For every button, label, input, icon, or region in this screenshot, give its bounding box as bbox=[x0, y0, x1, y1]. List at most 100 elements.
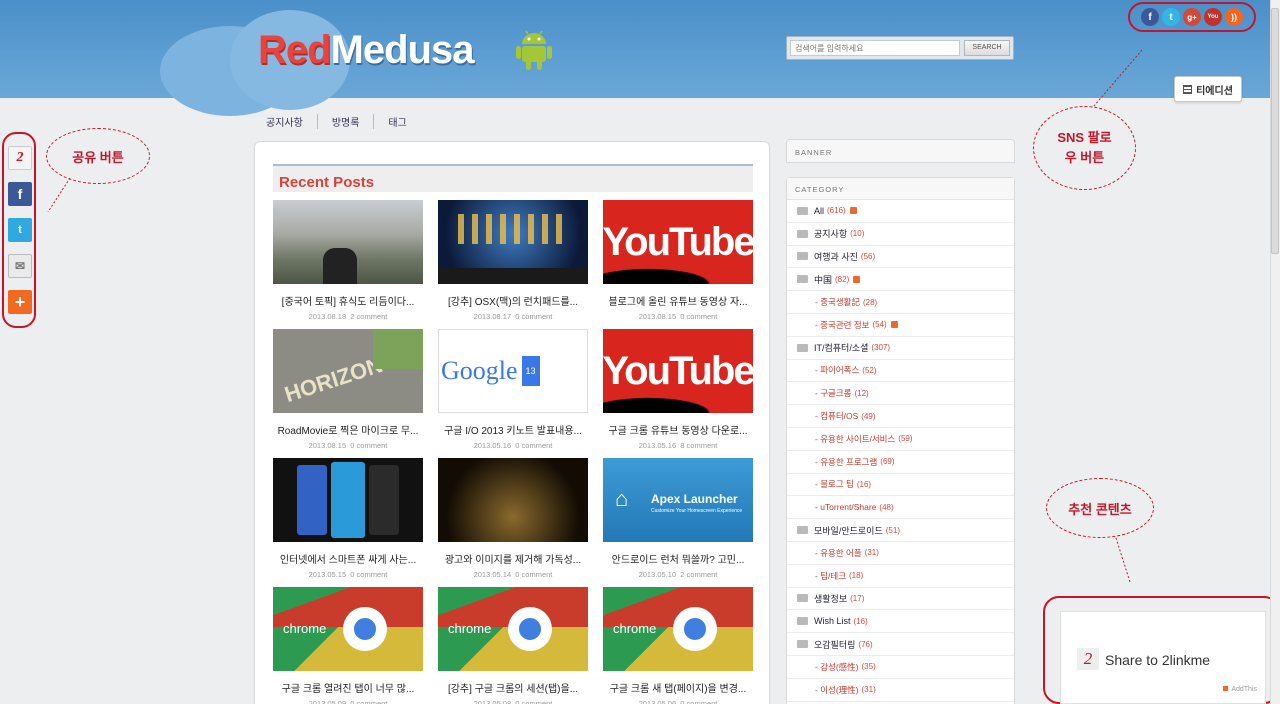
post-comments[interactable]: 0 comment bbox=[680, 699, 717, 704]
addthis-credit[interactable]: AddThis bbox=[1223, 686, 1257, 693]
category-name[interactable]: - 중국생활記 bbox=[815, 296, 860, 308]
post-title[interactable]: [강추] 구글 크롬의 세션(탭)을... bbox=[438, 680, 588, 695]
post-comments[interactable]: 2 comment bbox=[680, 570, 717, 579]
post-title[interactable]: 블로그에 올린 유튜브 동영상 자... bbox=[603, 293, 753, 308]
post-thumbnail[interactable] bbox=[273, 200, 423, 284]
post-thumbnail[interactable]: You Tube bbox=[603, 200, 753, 284]
category-name[interactable]: - 유용한 프로그램 bbox=[815, 456, 877, 468]
post-comments[interactable]: 2 comment bbox=[350, 312, 387, 321]
post-title[interactable]: 안드로이드 런처 뭐쓸까? 고민... bbox=[603, 551, 753, 566]
post-thumbnail[interactable]: chrome bbox=[603, 587, 753, 671]
post-title[interactable]: 광고와 이미지를 제거해 가독성... bbox=[438, 551, 588, 566]
category-item[interactable]: - 파이어폭스 (52) bbox=[787, 360, 1014, 383]
category-name[interactable]: - 중국관련 정보 bbox=[815, 319, 869, 331]
nav-tags[interactable]: 태그 bbox=[373, 114, 420, 129]
category-name[interactable]: - 컴퓨터/OS bbox=[815, 410, 858, 422]
post-comments[interactable]: 8 comment bbox=[680, 441, 717, 450]
nav-guestbook[interactable]: 방명록 bbox=[316, 114, 374, 129]
category-name[interactable]: - 구글크롬 bbox=[815, 387, 851, 399]
post-card[interactable]: You Tube 블로그에 올린 유튜브 동영상 자... 2013.08.15 0 … bbox=[603, 200, 753, 321]
post-comments[interactable]: 0 comment bbox=[680, 312, 717, 321]
email-share-icon[interactable]: ✉ bbox=[8, 254, 32, 278]
facebook-icon[interactable]: f bbox=[1141, 8, 1159, 26]
post-card[interactable]: HORIZON RoadMovie로 찍은 마이크로 무... 2013.08.15… bbox=[273, 329, 423, 450]
post-comments[interactable]: 0 comment bbox=[350, 570, 387, 579]
category-item[interactable]: - 유용한 어플 (31) bbox=[787, 542, 1014, 565]
post-title[interactable]: 구글 크롬 열려진 탭이 너무 많... bbox=[273, 680, 423, 695]
category-item[interactable]: 모바일/안드로이드 (51) bbox=[787, 519, 1014, 542]
category-name[interactable]: 생활정보 bbox=[814, 592, 847, 605]
youtube-icon[interactable]: You bbox=[1204, 8, 1222, 26]
post-card[interactable]: Google 13 구글 I/O 2013 키노트 발표내용... 2013.05.1… bbox=[438, 329, 588, 450]
category-item[interactable]: - 팁/테크 (18) bbox=[787, 565, 1014, 588]
recommend-label[interactable]: Share to 2linkme bbox=[1105, 652, 1210, 668]
post-title[interactable]: 인터넷에서 스마트폰 싸게 사는... bbox=[273, 551, 423, 566]
category-name[interactable]: 中国 bbox=[814, 273, 832, 286]
category-name[interactable]: - 파이어폭스 bbox=[815, 364, 859, 376]
post-thumbnail[interactable]: HORIZON bbox=[273, 329, 423, 413]
category-item[interactable]: All (616) bbox=[787, 200, 1014, 223]
category-item[interactable]: - 중국관련 정보 (54) bbox=[787, 314, 1014, 337]
category-name[interactable]: All bbox=[814, 206, 824, 216]
more-share-icon[interactable]: + bbox=[8, 290, 32, 314]
nav-notice[interactable]: 공지사항 bbox=[260, 114, 317, 129]
twitter-share-icon[interactable]: t bbox=[8, 218, 32, 242]
category-name[interactable]: - 유용한 사이트/서비스 bbox=[815, 433, 895, 445]
category-item[interactable]: 생활정보 (17) bbox=[787, 588, 1014, 611]
post-comments[interactable]: 0 comment bbox=[515, 312, 552, 321]
category-name[interactable]: IT/컴퓨터/소셜 bbox=[814, 341, 868, 354]
category-item[interactable]: IT/컴퓨터/소셜 (307) bbox=[787, 337, 1014, 360]
category-name[interactable]: 모바일/안드로이드 bbox=[814, 524, 883, 537]
post-thumbnail[interactable]: You Tube bbox=[603, 329, 753, 413]
category-item[interactable]: 中国 (82) bbox=[787, 268, 1014, 292]
edition-button[interactable]: 티에디션 bbox=[1174, 76, 1242, 102]
category-name[interactable]: 공지사항 bbox=[814, 227, 847, 240]
post-card[interactable]: chrome [강추] 구글 크롬의 세션(탭)을... 2013.05.08 0 … bbox=[438, 587, 588, 704]
post-title[interactable]: [강추] OSX(맥)의 런치패드를... bbox=[438, 293, 588, 308]
category-item[interactable]: - 유용한 프로그램 (69) bbox=[787, 451, 1014, 474]
post-thumbnail[interactable] bbox=[438, 200, 588, 284]
post-title[interactable]: 구글 크롬 유튜브 동영상 다운로... bbox=[603, 422, 753, 437]
post-thumbnail[interactable] bbox=[438, 458, 588, 542]
post-comments[interactable]: 0 comment bbox=[515, 570, 552, 579]
category-item[interactable]: 오감필터링 (76) bbox=[787, 633, 1014, 656]
category-item[interactable]: - 중국생활記 (28) bbox=[787, 291, 1014, 314]
post-card[interactable]: You Tube 구글 크롬 유튜브 동영상 다운로... 2013.05.16 8 … bbox=[603, 329, 753, 450]
post-card[interactable]: chrome 구글 크롬 열려진 탭이 너무 많... 2013.05.09 0 c… bbox=[273, 587, 423, 704]
category-item[interactable]: 여행과 사진 (56) bbox=[787, 246, 1014, 269]
category-item[interactable]: - 유용한 사이트/서비스 (59) bbox=[787, 428, 1014, 451]
recommend-widget[interactable]: 2 Share to 2linkme AddThis bbox=[1060, 611, 1266, 704]
post-thumbnail[interactable]: Google 13 bbox=[438, 329, 588, 413]
facebook-share-icon[interactable]: f bbox=[8, 182, 32, 206]
post-card[interactable]: [강추] OSX(맥)의 런치패드를... 2013.08.17 0 commen… bbox=[438, 200, 588, 321]
category-name[interactable]: - 팁/테크 bbox=[815, 570, 846, 582]
rss-icon[interactable]: )) bbox=[1225, 8, 1243, 26]
twitter-icon[interactable]: t bbox=[1162, 8, 1180, 26]
post-comments[interactable]: 0 comment bbox=[515, 699, 552, 704]
post-thumbnail[interactable]: chrome bbox=[438, 587, 588, 671]
category-name[interactable]: - 블로그 팁 bbox=[815, 478, 854, 490]
category-item[interactable]: 공지사항 (10) bbox=[787, 223, 1014, 246]
category-item[interactable]: - 이성(理性) (31) bbox=[787, 679, 1014, 702]
category-name[interactable]: 오감필터링 bbox=[814, 638, 855, 651]
category-item[interactable]: - 감성(感性) (35) bbox=[787, 656, 1014, 679]
category-name[interactable]: - 감성(感性) bbox=[815, 661, 859, 673]
category-name[interactable]: - 유용한 어플 bbox=[815, 547, 862, 559]
post-comments[interactable]: 0 comment bbox=[350, 441, 387, 450]
post-comments[interactable]: 0 comment bbox=[350, 699, 387, 704]
category-name[interactable]: 여행과 사진 bbox=[814, 250, 858, 263]
category-name[interactable]: - uTorrent/Share bbox=[815, 502, 876, 512]
post-title[interactable]: 구글 I/O 2013 키노트 발표내용... bbox=[438, 422, 588, 437]
site-logo[interactable]: RedMedusa bbox=[258, 28, 475, 73]
category-name[interactable]: - 이성(理性) bbox=[815, 684, 859, 696]
post-thumbnail[interactable]: ⌂ Apex Launcher Customize Your Homescreen … bbox=[603, 458, 753, 542]
post-title[interactable]: [중국어 토픽] 휴식도 리듬이다... bbox=[273, 293, 423, 308]
category-item[interactable]: - 구글크롬 (12) bbox=[787, 382, 1014, 406]
post-card[interactable]: [중국어 토픽] 휴식도 리듬이다... 2013.08.18 2 comment bbox=[273, 200, 423, 321]
post-thumbnail[interactable] bbox=[273, 458, 423, 542]
post-card[interactable]: chrome 구글 크롬 새 탭(페이지)을 변경... 2013.05.06 0 … bbox=[603, 587, 753, 704]
post-title[interactable]: 구글 크롬 새 탭(페이지)을 변경... bbox=[603, 680, 753, 695]
category-item[interactable]: - uTorrent/Share (48) bbox=[787, 496, 1014, 520]
category-item[interactable]: - 블로그 팁 (16) bbox=[787, 474, 1014, 497]
post-comments[interactable]: 0 comment bbox=[515, 441, 552, 450]
